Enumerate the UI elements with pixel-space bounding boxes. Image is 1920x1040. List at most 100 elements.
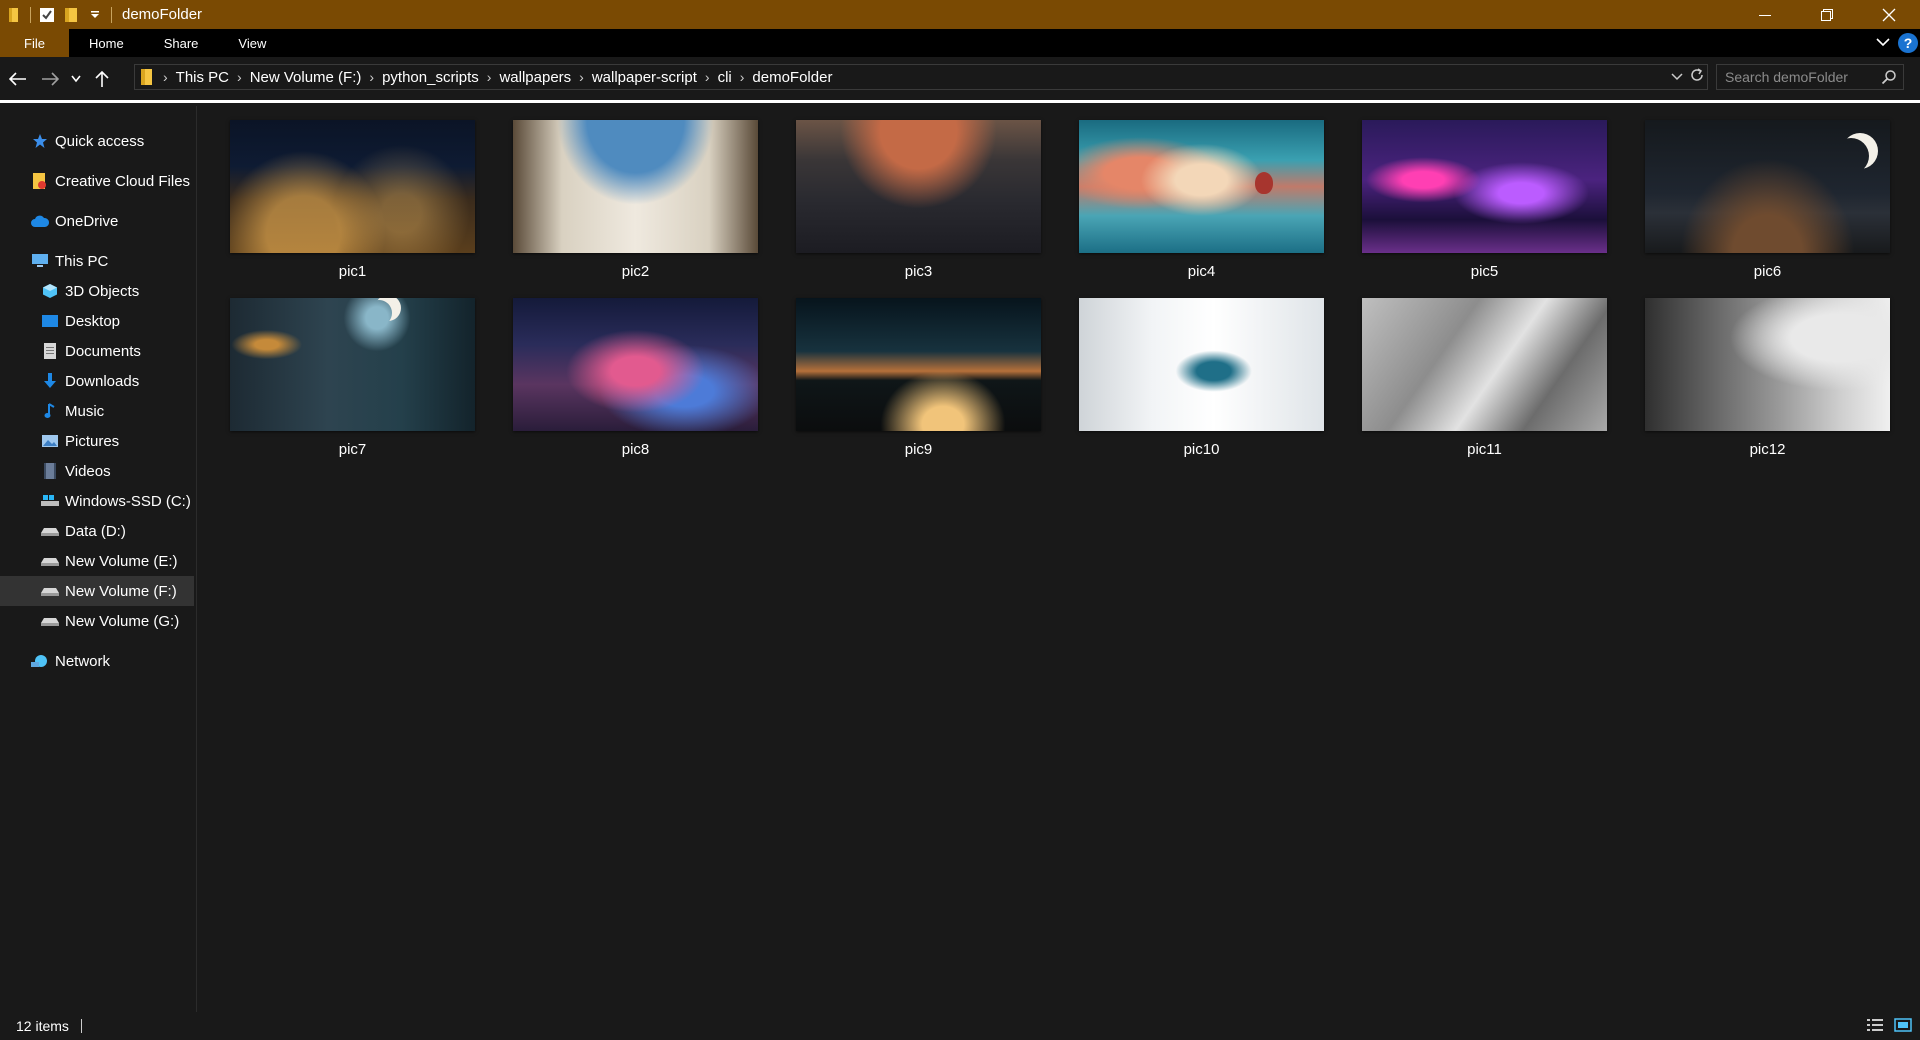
breadcrumb-wallpaper-script[interactable]: wallpaper-script (588, 69, 701, 86)
file-item[interactable]: pic9 (796, 298, 1041, 458)
refresh-icon[interactable] (1689, 67, 1705, 88)
file-item[interactable]: pic3 (796, 120, 1041, 280)
cloud-icon (29, 211, 51, 231)
forward-button[interactable] (36, 64, 64, 94)
sidebar-item-videos[interactable]: Videos (0, 456, 196, 486)
sidebar-item-downloads[interactable]: Downloads (0, 366, 196, 396)
breadcrumb-wallpapers[interactable]: wallpapers (495, 69, 575, 86)
customize-toolbar-icon[interactable] (83, 0, 107, 29)
file-item[interactable]: pic10 (1079, 298, 1324, 458)
breadcrumb-new-volume-f[interactable]: New Volume (F:) (246, 69, 366, 86)
back-button[interactable] (4, 64, 32, 94)
file-item[interactable]: pic2 (513, 120, 758, 280)
file-view: pic1 pic2 pic3 pic4 pic5 pic6 pic7 pic8 … (198, 106, 1920, 1012)
sidebar-item-label: This PC (55, 252, 109, 270)
chevron-right-icon[interactable]: › (736, 69, 749, 85)
sidebar-item-label: New Volume (E:) (65, 552, 178, 570)
search-box[interactable] (1716, 64, 1904, 90)
file-explorer-window: demoFolder File Home Share View ? › This… (0, 0, 1920, 1040)
thumbnail (230, 298, 475, 431)
picture-icon (39, 431, 61, 451)
star-icon (29, 131, 51, 151)
large-icons-view-icon[interactable] (1894, 1017, 1912, 1036)
chevron-right-icon[interactable]: › (575, 69, 588, 85)
chevron-right-icon[interactable]: › (233, 69, 246, 85)
drive-icon (39, 521, 61, 541)
address-bar[interactable]: › This PC › New Volume (F:) › python_scr… (134, 64, 1708, 90)
chevron-right-icon[interactable]: › (483, 69, 496, 85)
file-item[interactable]: pic11 (1362, 298, 1607, 458)
breadcrumb-cli[interactable]: cli (714, 69, 736, 86)
file-item[interactable]: pic12 (1645, 298, 1890, 458)
sidebar-item-label: OneDrive (55, 212, 119, 230)
sidebar-item-this-pc[interactable]: This PC (0, 246, 196, 276)
details-view-icon[interactable] (1866, 1017, 1884, 1036)
thumbnail (513, 120, 758, 253)
chevron-right-icon[interactable]: › (701, 69, 714, 85)
help-icon[interactable]: ? (1898, 33, 1918, 53)
sidebar-item-3d-objects[interactable]: 3D Objects (0, 276, 196, 306)
close-button[interactable] (1858, 0, 1920, 29)
file-item[interactable]: pic8 (513, 298, 758, 458)
thumbnail (1362, 120, 1607, 253)
breadcrumb-this-pc[interactable]: This PC (172, 69, 233, 86)
search-icon[interactable] (1881, 69, 1897, 90)
tab-file[interactable]: File (0, 29, 69, 57)
chevron-down-icon[interactable] (1671, 68, 1683, 86)
sidebar-item-network[interactable]: Network (0, 646, 196, 676)
sidebar-item-new-volume-g[interactable]: New Volume (G:) (0, 606, 196, 636)
sidebar-item-label: New Volume (G:) (65, 612, 180, 630)
sidebar-item-music[interactable]: Music (0, 396, 196, 426)
desktop-icon (39, 311, 61, 331)
restore-button[interactable] (1796, 0, 1858, 29)
sidebar-item-onedrive[interactable]: OneDrive (0, 206, 196, 236)
title-bar: demoFolder (0, 0, 1920, 29)
folder-icon (2, 0, 26, 29)
properties-icon[interactable] (35, 0, 59, 29)
file-name: pic8 (621, 441, 650, 458)
cube-icon (39, 281, 61, 301)
address-bar-controls (1671, 65, 1705, 89)
file-item[interactable]: pic1 (230, 120, 475, 280)
sidebar-item-label: Downloads (65, 372, 140, 390)
minimize-button[interactable] (1734, 0, 1796, 29)
tab-share[interactable]: Share (144, 29, 219, 57)
sidebar-item-quick-access[interactable]: Quick access (0, 126, 196, 156)
file-name: pic12 (1749, 441, 1786, 458)
file-item[interactable]: pic5 (1362, 120, 1607, 280)
sidebar-item-desktop[interactable]: Desktop (0, 306, 196, 336)
divider (80, 1019, 82, 1033)
sidebar-item-label: Pictures (65, 432, 120, 450)
sidebar-item-data-d[interactable]: Data (D:) (0, 516, 196, 546)
folder-icon (141, 68, 153, 86)
chevron-right-icon[interactable]: › (159, 69, 172, 85)
file-item[interactable]: pic6 (1645, 120, 1890, 280)
file-name: pic3 (904, 263, 933, 280)
video-icon (39, 461, 61, 481)
sidebar-item-documents[interactable]: Documents (0, 336, 196, 366)
ribbon-right-controls: ? (1876, 29, 1918, 57)
expand-ribbon-icon[interactable] (1876, 34, 1890, 52)
file-name: pic7 (338, 441, 367, 458)
new-folder-icon[interactable] (59, 0, 83, 29)
up-button[interactable] (88, 64, 116, 94)
file-item[interactable]: pic4 (1079, 120, 1324, 280)
file-item[interactable]: pic7 (230, 298, 475, 458)
window-controls (1734, 0, 1920, 29)
sidebar-item-new-volume-e[interactable]: New Volume (E:) (0, 546, 196, 576)
status-bar: 12 items (0, 1012, 1920, 1040)
breadcrumb-python-scripts[interactable]: python_scripts (378, 69, 483, 86)
sidebar-item-pictures[interactable]: Pictures (0, 426, 196, 456)
chevron-right-icon[interactable]: › (365, 69, 378, 85)
sidebar-item-creative-cloud[interactable]: Creative Cloud Files (0, 166, 196, 196)
thumbnail (230, 120, 475, 253)
tab-home[interactable]: Home (69, 29, 144, 57)
breadcrumb-demofolder[interactable]: demoFolder (748, 69, 836, 86)
network-icon (29, 651, 51, 671)
sidebar-item-new-volume-f[interactable]: New Volume (F:) (0, 576, 194, 606)
sidebar-item-windows-ssd-c[interactable]: Windows-SSD (C:) (0, 486, 196, 516)
search-input[interactable] (1725, 69, 1875, 85)
recent-locations-icon[interactable] (68, 64, 84, 94)
sidebar-item-label: Network (55, 652, 111, 670)
tab-view[interactable]: View (218, 29, 286, 57)
